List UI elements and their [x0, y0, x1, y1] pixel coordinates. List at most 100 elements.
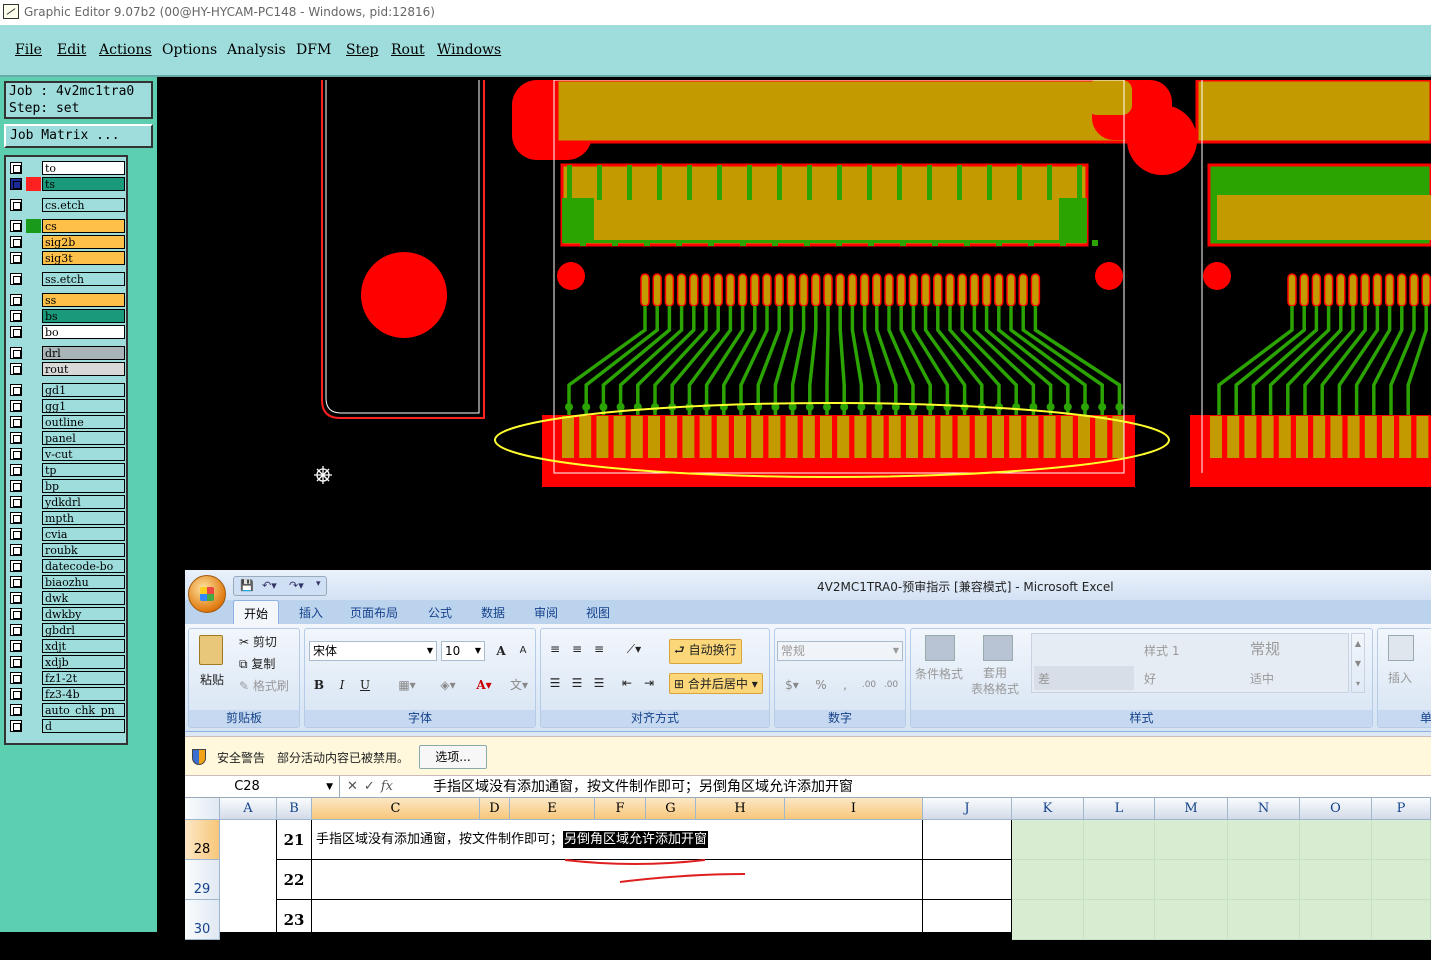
- cell-L[interactable]: [1084, 860, 1155, 900]
- security-options-button[interactable]: 选项...: [419, 745, 487, 769]
- cell-c-merged[interactable]: [312, 860, 923, 900]
- layer-row-panel[interactable]: panel: [8, 431, 126, 445]
- layer-name[interactable]: gbdrl: [42, 623, 125, 637]
- cell-b-number[interactable]: 23: [277, 900, 312, 940]
- formula-input[interactable]: 手指区域没有添加通窗，按文件制作即可；另倒角区域允许添加开窗: [433, 776, 853, 798]
- table-format-button[interactable]: 套用 表格格式: [971, 665, 1019, 697]
- menu-rout[interactable]: Rout: [391, 42, 425, 58]
- wrap-text-button[interactable]: ⮐ 自动换行: [669, 639, 742, 664]
- tab-review[interactable]: 审阅: [534, 604, 558, 621]
- cell-P[interactable]: [1372, 860, 1431, 900]
- layer-color-swatch[interactable]: [26, 198, 41, 212]
- layer-checkbox[interactable]: [10, 294, 22, 306]
- layer-color-swatch[interactable]: [26, 671, 41, 685]
- bold-button[interactable]: B: [309, 675, 329, 695]
- conditional-format-button[interactable]: 条件格式: [915, 665, 963, 682]
- layer-checkbox[interactable]: [10, 560, 22, 572]
- column-header-E[interactable]: E: [510, 798, 595, 820]
- cell-b-number[interactable]: 21: [277, 820, 312, 860]
- column-header-D[interactable]: D: [480, 798, 510, 820]
- column-header-J[interactable]: J: [923, 798, 1012, 820]
- layer-row-cvia[interactable]: cvia: [8, 527, 126, 541]
- layer-row-d[interactable]: d: [8, 719, 126, 733]
- layer-color-swatch[interactable]: [26, 495, 41, 509]
- layer-name[interactable]: bp: [42, 479, 125, 493]
- layer-color-swatch[interactable]: [26, 325, 41, 339]
- align-right-icon[interactable]: ☰: [589, 673, 609, 693]
- layer-checkbox[interactable]: [10, 656, 22, 668]
- column-header-M[interactable]: M: [1155, 798, 1228, 820]
- cell-a[interactable]: [220, 900, 277, 940]
- column-header-P[interactable]: P: [1372, 798, 1431, 820]
- cell-j[interactable]: [923, 860, 1012, 900]
- align-center-icon[interactable]: ☰: [567, 673, 587, 693]
- cell-a[interactable]: [220, 860, 277, 900]
- layer-name[interactable]: gg1: [42, 399, 125, 413]
- cell-P[interactable]: [1372, 900, 1431, 940]
- style-neutral[interactable]: 适中: [1250, 670, 1274, 687]
- cell-N[interactable]: [1228, 860, 1300, 900]
- cell-b-number[interactable]: 22: [277, 860, 312, 900]
- column-header-K[interactable]: K: [1012, 798, 1084, 820]
- redo-icon[interactable]: ↷▾: [289, 579, 304, 592]
- layer-color-swatch[interactable]: [26, 543, 41, 557]
- cell-N[interactable]: [1228, 900, 1300, 940]
- cell-P[interactable]: [1372, 820, 1431, 860]
- tab-data[interactable]: 数据: [481, 604, 505, 621]
- layer-name[interactable]: sig2b: [42, 235, 125, 249]
- accounting-format-icon[interactable]: $▾: [777, 675, 807, 695]
- cell-j[interactable]: [923, 900, 1012, 940]
- font-size-select[interactable]: 10 ▼: [441, 641, 485, 661]
- tab-view[interactable]: 视图: [586, 604, 610, 621]
- layer-row-rout[interactable]: rout: [8, 362, 126, 376]
- layer-color-swatch[interactable]: [26, 655, 41, 669]
- menu-options[interactable]: Options: [162, 42, 217, 58]
- select-all-corner[interactable]: [185, 798, 220, 820]
- layer-row-sig3t[interactable]: sig3t: [8, 251, 126, 265]
- layer-checkbox[interactable]: [10, 199, 22, 211]
- copy-button[interactable]: ⧉ 复制: [239, 655, 275, 672]
- layer-color-swatch[interactable]: [26, 639, 41, 653]
- cell-M[interactable]: [1155, 860, 1228, 900]
- menu-analysis[interactable]: Analysis: [227, 42, 286, 58]
- layer-row-sig2b[interactable]: sig2b: [8, 235, 126, 249]
- layer-checkbox[interactable]: [10, 236, 22, 248]
- layer-checkbox[interactable]: [10, 592, 22, 604]
- align-middle-icon[interactable]: ≡: [567, 639, 587, 659]
- layer-name[interactable]: ss.etch: [42, 272, 125, 286]
- align-bottom-icon[interactable]: ≡: [589, 639, 609, 659]
- italic-button[interactable]: I: [332, 675, 352, 695]
- font-color-button[interactable]: A▾: [469, 675, 499, 695]
- decrease-decimal-button[interactable]: .00: [881, 675, 901, 695]
- cell-j[interactable]: [923, 820, 1012, 860]
- layer-checkbox[interactable]: [10, 220, 22, 232]
- cell-N[interactable]: [1228, 820, 1300, 860]
- layer-color-swatch[interactable]: [26, 362, 41, 376]
- layer-row-tp[interactable]: tp: [8, 463, 126, 477]
- percent-button[interactable]: %: [811, 675, 831, 695]
- layer-row-bs[interactable]: bs: [8, 309, 126, 323]
- layer-checkbox[interactable]: [10, 464, 22, 476]
- layer-row-to[interactable]: to: [8, 161, 126, 175]
- cut-button[interactable]: ✂ 剪切: [239, 633, 277, 650]
- layer-name[interactable]: ss: [42, 293, 125, 307]
- layer-row-ts[interactable]: ts: [8, 177, 126, 191]
- increase-decimal-button[interactable]: .00: [859, 675, 879, 695]
- layer-name[interactable]: dwkby: [42, 607, 125, 621]
- layer-row-auto_chk_pn[interactable]: auto_chk_pn: [8, 703, 126, 717]
- layer-name[interactable]: bo: [42, 325, 125, 339]
- layer-checkbox[interactable]: [10, 624, 22, 636]
- layer-checkbox[interactable]: [10, 273, 22, 285]
- layer-name[interactable]: mpth: [42, 511, 125, 525]
- conditional-format-icon[interactable]: [925, 635, 955, 661]
- border-button[interactable]: ▦▾: [391, 675, 423, 695]
- layer-checkbox[interactable]: [10, 400, 22, 412]
- layer-name[interactable]: roubk: [42, 543, 125, 557]
- layer-checkbox[interactable]: [10, 416, 22, 428]
- layer-checkbox[interactable]: [10, 528, 22, 540]
- layer-color-swatch[interactable]: [26, 479, 41, 493]
- underline-button[interactable]: U: [355, 675, 375, 695]
- layer-checkbox[interactable]: [10, 608, 22, 620]
- column-header-L[interactable]: L: [1084, 798, 1155, 820]
- cell-L[interactable]: [1084, 900, 1155, 940]
